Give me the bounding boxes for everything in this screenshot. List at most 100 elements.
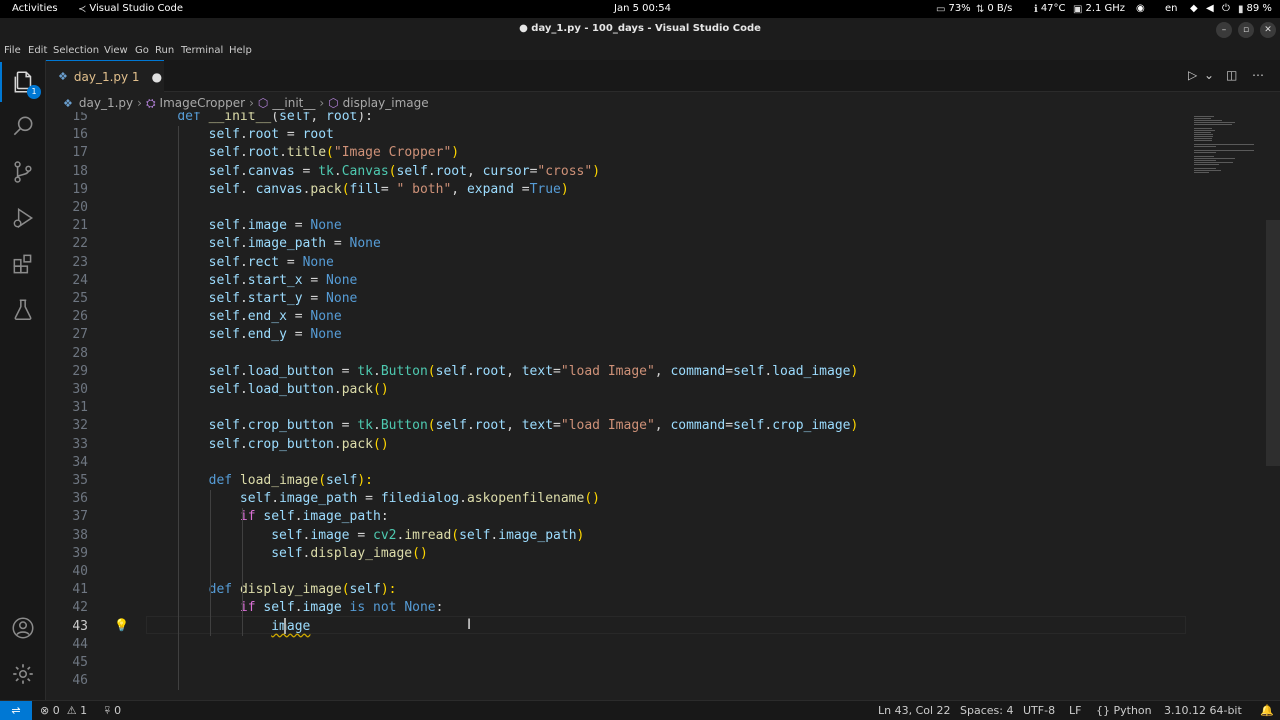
chevron-right-icon: › xyxy=(249,96,254,110)
code-token: self xyxy=(208,236,240,252)
menu-selection[interactable]: Selection xyxy=(53,45,99,56)
cursor-position[interactable]: Ln 43, Col 22 xyxy=(878,704,951,717)
end-of-line[interactable]: LF xyxy=(1069,704,1081,717)
wifi-icon[interactable]: ◆ xyxy=(1190,3,1198,14)
breadcrumb-file[interactable]: day_1.py xyxy=(79,96,133,110)
code-line[interactable]: 38 self.image = cv2.imread(self.image_pa… xyxy=(46,527,1186,545)
menu-file[interactable]: File xyxy=(4,45,21,56)
code-line[interactable]: 19 self. canvas.pack(fill= " both", expa… xyxy=(46,181,1186,199)
code-line[interactable]: 39 self.display_image() xyxy=(46,545,1186,563)
activities-button[interactable]: Activities xyxy=(12,3,58,14)
ports-indicator[interactable]: ⍫ 0 xyxy=(104,704,121,718)
code-line[interactable]: 40 xyxy=(46,563,1186,581)
chrome-icon[interactable]: ◉ xyxy=(1136,3,1145,14)
code-line[interactable]: 17 self.root.title("Image Cropper") xyxy=(46,144,1186,162)
breadcrumb-method-init[interactable]: __init__ xyxy=(272,96,315,110)
menu-help[interactable]: Help xyxy=(229,45,252,56)
manage-button[interactable] xyxy=(0,654,46,694)
code-line[interactable]: 20 xyxy=(46,199,1186,217)
code-line[interactable]: 28 xyxy=(46,345,1186,363)
close-window-button[interactable]: ✕ xyxy=(1260,22,1276,38)
code-line[interactable]: 21 self.image = None xyxy=(46,217,1186,235)
code-line[interactable]: 22 self.image_path = None xyxy=(46,235,1186,253)
code-line[interactable]: 33 self.crop_button.pack() xyxy=(46,436,1186,454)
tab-day-1-py[interactable]: ❖ day_1.py 1 ● xyxy=(46,60,164,92)
code-line[interactable]: 25 self.start_y = None xyxy=(46,290,1186,308)
code-editor[interactable]: 15 def __init__(self, root): 16 self.root… xyxy=(46,112,1266,700)
code-token: fill xyxy=(349,181,381,197)
power-percent: 89 % xyxy=(1246,3,1272,14)
more-actions-button[interactable]: ⋯ xyxy=(1252,68,1264,82)
accounts-button[interactable] xyxy=(0,608,46,648)
code-text: self.root.title("Image Cropper") xyxy=(146,144,459,162)
battery-percent: 73% xyxy=(948,3,971,14)
code-token: = xyxy=(333,418,358,434)
breadcrumb-method-display[interactable]: display_image xyxy=(343,96,429,110)
code-line[interactable]: 44 xyxy=(46,636,1186,654)
activity-bar: 1 xyxy=(0,60,46,700)
code-line[interactable]: 37 if self.image_path: xyxy=(46,508,1186,526)
code-line[interactable]: 36 self.image_path = filedialog.askopenf… xyxy=(46,490,1186,508)
volume-icon[interactable]: ◀ xyxy=(1206,3,1214,14)
restore-button[interactable]: ▫ xyxy=(1238,22,1254,38)
code-line[interactable]: 43 image xyxy=(46,618,1186,636)
menu-terminal[interactable]: Terminal xyxy=(181,45,223,56)
code-token: load_image xyxy=(772,363,851,379)
testing-button[interactable] xyxy=(0,290,46,330)
source-control-button[interactable] xyxy=(0,152,46,192)
indentation[interactable]: Spaces: 4 xyxy=(960,704,1013,717)
unsaved-dot-icon[interactable]: ● xyxy=(152,70,162,84)
power-icon[interactable]: ⏻ xyxy=(1222,3,1230,14)
menu-edit[interactable]: Edit xyxy=(28,45,47,56)
code-token: , xyxy=(506,363,522,379)
code-line[interactable]: 23 self.rect = None xyxy=(46,254,1186,272)
code-line[interactable]: 46 xyxy=(46,672,1186,690)
code-line[interactable]: 29 self.load_button = tk.Button(self.roo… xyxy=(46,363,1186,381)
code-line[interactable]: 26 self.end_x = None xyxy=(46,308,1186,326)
python-interpreter[interactable]: 3.10.12 64-bit xyxy=(1164,704,1242,717)
run-menu-chevron-icon[interactable]: ⌄ xyxy=(1204,68,1214,82)
code-token: ): xyxy=(380,582,397,598)
explorer-button[interactable]: 1 xyxy=(0,62,46,102)
code-line[interactable]: 42 if self.image is not None: xyxy=(46,599,1186,617)
split-editor-button[interactable]: ◫ xyxy=(1226,68,1237,82)
clock[interactable]: Jan 5 00:54 xyxy=(614,3,671,14)
code-text: self.end_y = None xyxy=(146,326,342,344)
encoding[interactable]: UTF-8 xyxy=(1023,704,1055,717)
extensions-button[interactable] xyxy=(0,244,46,284)
run-python-button[interactable]: ▷ xyxy=(1188,68,1197,82)
problems-indicator[interactable]: ⊗ 0 ⚠ 1 xyxy=(40,704,87,717)
code-line[interactable]: 18 self.canvas = tk.Canvas(self.root, cu… xyxy=(46,163,1186,181)
focused-app-menu[interactable]: ≺ Visual Studio Code xyxy=(78,3,183,15)
code-line[interactable]: 41 def display_image(self): xyxy=(46,581,1186,599)
line-number: 35 xyxy=(72,473,88,488)
code-line[interactable]: 45 xyxy=(46,654,1186,672)
code-line[interactable]: 15 def __init__(self, root): xyxy=(46,112,1186,126)
window-title-bar[interactable]: ● day_1.py - 100_days - Visual Studio Co… xyxy=(0,18,1280,42)
code-line[interactable]: 16 self.root = root xyxy=(46,126,1186,144)
code-line[interactable]: 27 self.end_y = None xyxy=(46,326,1186,344)
remote-indicator-icon[interactable]: ⇌ xyxy=(0,701,32,720)
keyboard-language[interactable]: en xyxy=(1165,3,1178,14)
menu-run[interactable]: Run xyxy=(155,45,174,56)
minimap[interactable] xyxy=(1186,112,1266,700)
search-button[interactable] xyxy=(0,106,46,146)
code-line[interactable]: 31 xyxy=(46,399,1186,417)
notifications-bell-icon[interactable]: 🔔 xyxy=(1260,704,1274,717)
minimize-button[interactable]: – xyxy=(1216,22,1232,38)
run-debug-button[interactable] xyxy=(0,198,46,238)
code-line[interactable]: 32 self.crop_button = tk.Button(self.roo… xyxy=(46,417,1186,435)
code-line[interactable]: 34 xyxy=(46,454,1186,472)
code-token: . xyxy=(239,327,248,343)
menu-go[interactable]: Go xyxy=(135,45,149,56)
code-line[interactable]: 24 self.start_x = None xyxy=(46,272,1186,290)
code-token: canvas xyxy=(255,181,303,197)
scrollbar-thumb[interactable] xyxy=(1266,220,1280,466)
breadcrumb-class[interactable]: ImageCropper xyxy=(160,96,246,110)
code-line[interactable]: 30 self.load_button.pack() xyxy=(46,381,1186,399)
code-token: ): xyxy=(357,473,374,488)
code-line[interactable]: 35 def load_image(self): xyxy=(46,472,1186,490)
language-mode[interactable]: {} Python xyxy=(1096,704,1152,717)
lightbulb-icon[interactable]: 💡 xyxy=(114,618,129,632)
menu-view[interactable]: View xyxy=(104,45,128,56)
